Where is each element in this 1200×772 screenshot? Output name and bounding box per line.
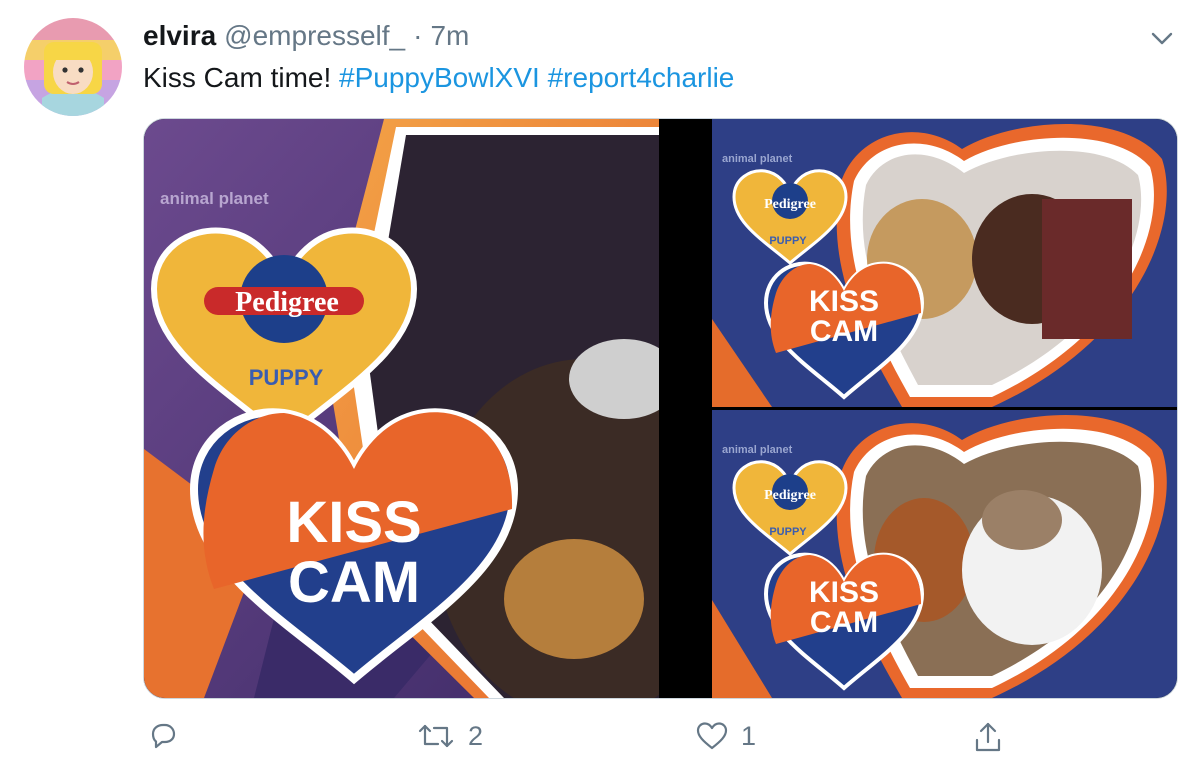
author-name[interactable]: elvira (143, 20, 216, 52)
kiss-cam-line2: CAM (287, 550, 421, 615)
pedigree-label: Pedigree (764, 488, 816, 503)
kiss-cam-line1: KISS (286, 490, 422, 555)
author-handle[interactable]: @empresself_ (224, 20, 405, 52)
pedigree-label: Pedigree (235, 287, 339, 318)
reply-icon (151, 723, 176, 749)
kiss-cam-line1: KISS (808, 285, 880, 318)
tweet: elvira @empresself_ · 7m Kiss Cam time! … (0, 0, 1200, 772)
retweet-count: 2 (468, 720, 484, 751)
puppy-label: PUPPY (769, 526, 807, 538)
hashtag-link[interactable]: #report4charlie (548, 62, 735, 93)
channel-logo: animal planet (722, 153, 793, 165)
share-icon (975, 722, 1001, 752)
puppy-label: PUPPY (769, 235, 807, 247)
share-button[interactable] (972, 720, 1016, 754)
media-photo-2[interactable]: animal planet Pedigree PUPPY KISS CAM (662, 119, 1177, 407)
heart-icon (696, 722, 728, 750)
like-button[interactable]: 1 (695, 720, 756, 752)
media-photo-3[interactable]: animal planet Pedigree PUPPY KISS CAM (662, 410, 1177, 698)
avatar[interactable] (24, 18, 122, 116)
reply-button[interactable] (147, 720, 191, 752)
timestamp[interactable]: 7m (430, 20, 469, 52)
puppy-label: PUPPY (248, 365, 324, 390)
tweet-actions: 2 1 (0, 720, 1200, 764)
channel-logo: animal planet (160, 189, 269, 208)
channel-logo: animal planet (722, 444, 793, 456)
like-count: 1 (741, 720, 757, 751)
separator-dot: · (413, 20, 423, 51)
tweet-text: Kiss Cam time! #PuppyBowlXVI #report4cha… (143, 62, 734, 94)
hashtag-link[interactable]: #PuppyBowlXVI (339, 62, 540, 93)
tweet-text-plain: Kiss Cam time! (143, 62, 332, 93)
tweet-header: elvira @empresself_ · 7m (143, 20, 469, 60)
pedigree-logo (732, 169, 848, 265)
kiss-cam-line1: KISS (808, 576, 880, 609)
media-grid: animal planet Pedigree PUPPY KISS CAM an… (143, 118, 1178, 699)
retweet-button[interactable]: 2 (416, 720, 483, 752)
retweet-icon (418, 724, 454, 748)
pedigree-label: Pedigree (764, 197, 816, 212)
media-photo-1[interactable]: animal planet Pedigree PUPPY KISS CAM (144, 119, 659, 698)
kiss-cam-line2: CAM (809, 606, 879, 639)
pedigree-logo (732, 460, 848, 556)
kiss-cam-line2: CAM (809, 315, 879, 348)
chevron-down-icon[interactable] (1148, 26, 1176, 50)
